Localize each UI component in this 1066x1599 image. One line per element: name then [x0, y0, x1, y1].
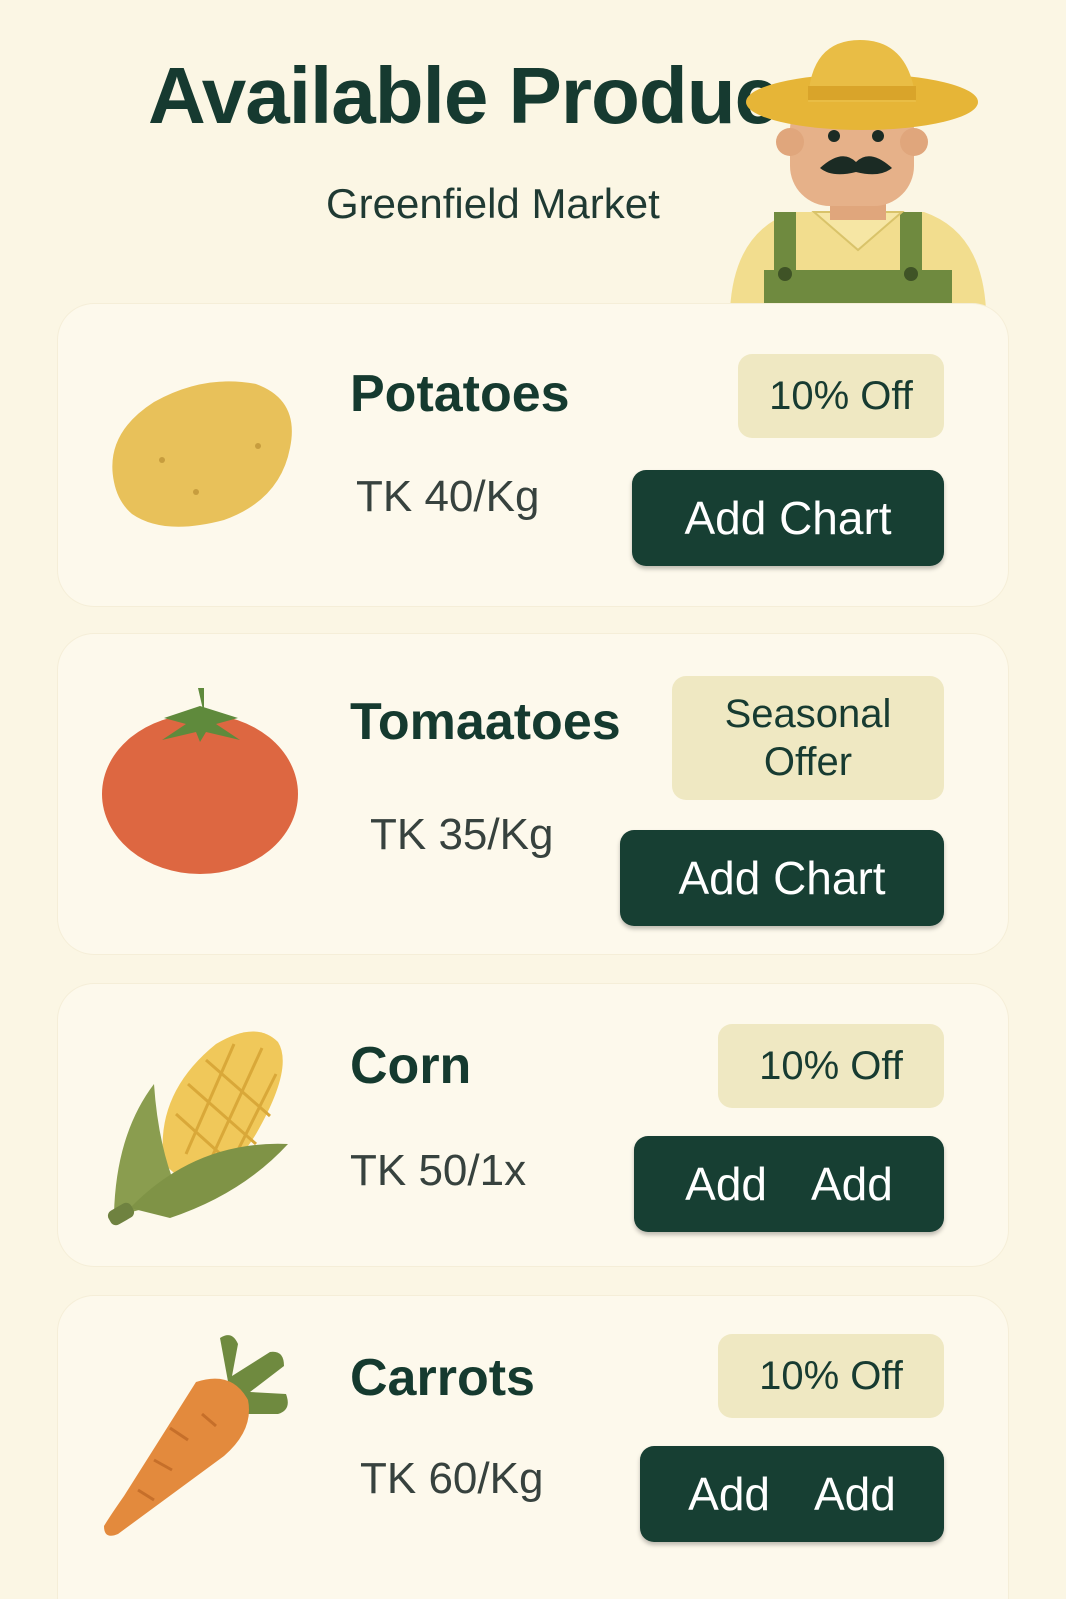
- discount-badge: 10% Off: [718, 1024, 944, 1108]
- produce-card-potatoes: Potatoes TK 40/Kg 10% Off Add Chart: [58, 304, 1008, 606]
- produce-name: Corn: [350, 1037, 472, 1095]
- tomato-icon: [102, 688, 298, 874]
- produce-price: TK 60/Kg: [360, 1454, 544, 1503]
- discount-badge: 10% Off: [718, 1334, 944, 1418]
- produce-card-carrots: Carrots TK 60/Kg 10% Off Add Add: [58, 1296, 1008, 1599]
- page-title: Available Produce: [148, 51, 823, 140]
- farmer-icon: [730, 40, 986, 310]
- potato-icon: [112, 381, 292, 527]
- button-label-part: Add: [688, 1468, 770, 1520]
- produce-name: Carrots: [350, 1349, 535, 1407]
- corn-icon: [107, 1031, 288, 1226]
- discount-badge: 10% Off: [738, 354, 944, 438]
- page-subtitle: Greenfield Market: [326, 180, 660, 227]
- produce-price: TK 40/Kg: [356, 472, 540, 521]
- produce-card-tomatoes: Tomaatoes TK 35/Kg Seasonal Offer Add Ch…: [58, 634, 1008, 954]
- page-header: Available Produce Greenfield Market: [0, 0, 1066, 310]
- button-label-part: Add: [811, 1158, 893, 1210]
- produce-name: Potatoes: [350, 365, 570, 423]
- seasonal-offer-badge: Seasonal Offer: [672, 676, 944, 800]
- produce-card-corn: Corn TK 50/1x 10% Off Add Add: [58, 984, 1008, 1266]
- carrot-icon: [104, 1335, 288, 1536]
- produce-price: TK 50/1x: [350, 1146, 527, 1195]
- add-to-cart-button[interactable]: Add Add: [640, 1446, 944, 1542]
- add-to-cart-button[interactable]: Add Add: [634, 1136, 944, 1232]
- add-to-cart-button[interactable]: Add Chart: [632, 470, 944, 566]
- button-label-part: Add: [814, 1468, 896, 1520]
- produce-name: Tomaatoes: [350, 693, 621, 751]
- add-to-cart-button[interactable]: Add Chart: [620, 830, 944, 926]
- button-label-part: Add: [685, 1158, 767, 1210]
- produce-price: TK 35/Kg: [370, 810, 554, 859]
